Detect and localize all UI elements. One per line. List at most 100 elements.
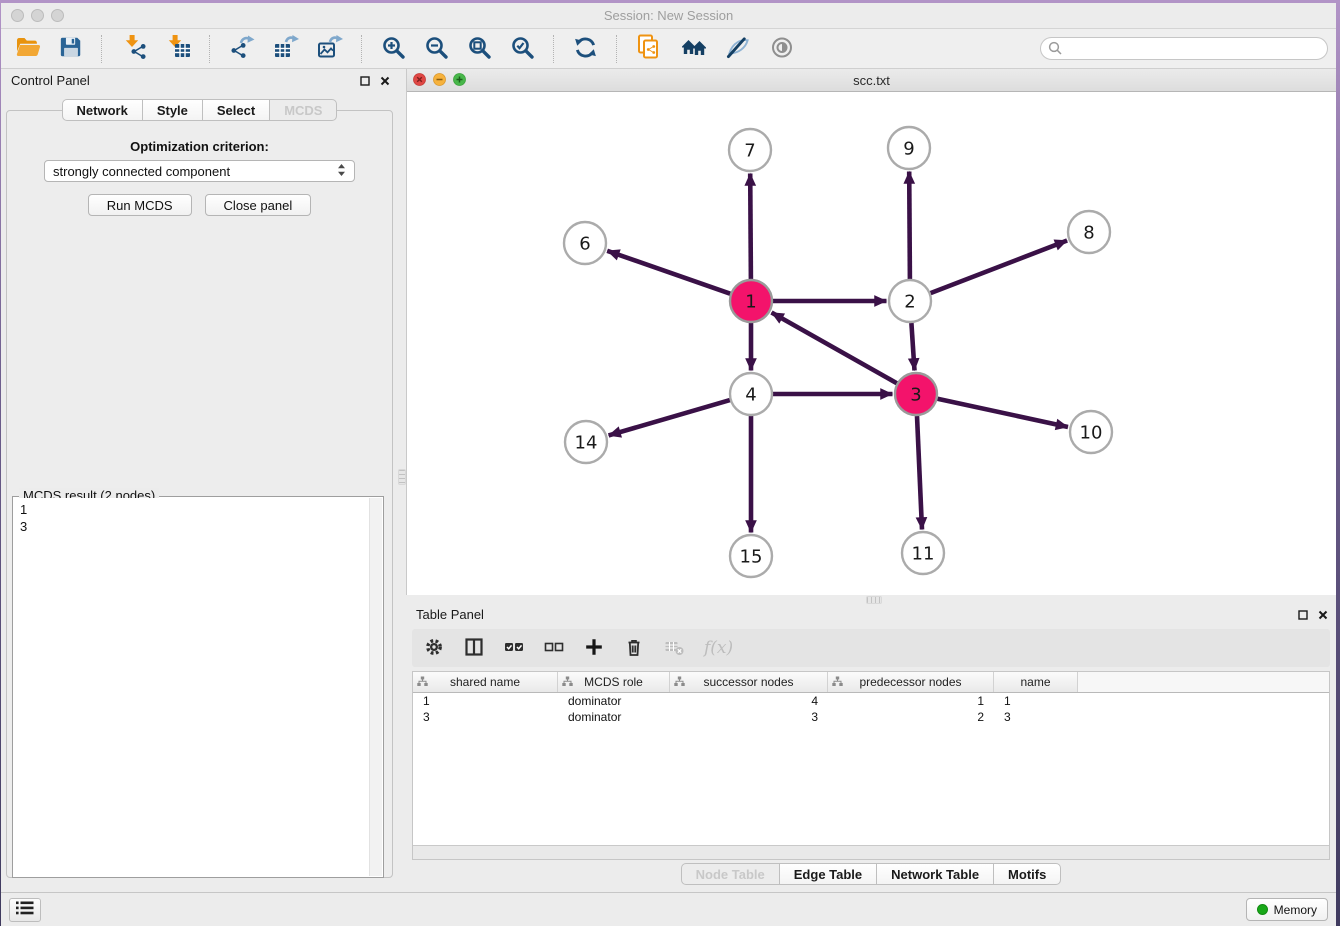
edge-1-7[interactable] bbox=[750, 174, 751, 280]
vertical-splitter[interactable] bbox=[398, 69, 406, 892]
table-tab-node-table[interactable]: Node Table bbox=[681, 863, 780, 885]
node-label: 4 bbox=[745, 385, 756, 406]
delete-table-button[interactable] bbox=[664, 637, 684, 660]
import-table-button[interactable] bbox=[163, 32, 193, 65]
zoom-in-button[interactable] bbox=[379, 33, 408, 65]
table-cell-shared-name[interactable]: 1 bbox=[413, 693, 558, 709]
table-cell-predecessor-nodes[interactable]: 1 bbox=[828, 693, 994, 709]
delete-columns-button[interactable] bbox=[624, 637, 644, 660]
zoom-out-button[interactable] bbox=[422, 33, 451, 65]
table-cell-mcds-role[interactable]: dominator bbox=[558, 693, 670, 709]
edge-3-11[interactable] bbox=[917, 416, 922, 530]
column-visibility-button[interactable] bbox=[464, 637, 484, 660]
edge-3-10[interactable] bbox=[938, 399, 1069, 427]
select-all-rows-button[interactable] bbox=[504, 637, 524, 660]
close-panel-action-button[interactable]: Close panel bbox=[205, 194, 312, 216]
column-header-shared-name[interactable]: shared name bbox=[413, 672, 558, 692]
minimize-window-button[interactable] bbox=[31, 9, 44, 22]
tab-network[interactable]: Network bbox=[62, 99, 143, 121]
edge-3-1[interactable] bbox=[772, 313, 897, 384]
network-close-button[interactable] bbox=[413, 73, 426, 91]
table-tab-network-table[interactable]: Network Table bbox=[876, 863, 994, 885]
node-1[interactable]: 1 bbox=[730, 280, 772, 322]
table-cell-mcds-role[interactable]: dominator bbox=[558, 709, 670, 725]
apply-style-button[interactable] bbox=[724, 33, 753, 65]
unselect-all-rows-button[interactable] bbox=[544, 637, 564, 660]
column-header-successor-nodes[interactable]: successor nodes bbox=[670, 672, 828, 692]
criterion-select[interactable]: strongly connected component bbox=[44, 160, 355, 182]
table-tab-motifs[interactable]: Motifs bbox=[993, 863, 1061, 885]
network-view[interactable]: 7 9 6 8 1 2 4 3 14 10 15 11 bbox=[407, 92, 1336, 595]
tab-select[interactable]: Select bbox=[202, 99, 270, 121]
node-11[interactable]: 11 bbox=[902, 532, 944, 574]
table-cell-name[interactable]: 1 bbox=[994, 693, 1078, 709]
close-window-button[interactable] bbox=[11, 9, 24, 22]
splitter-grip[interactable] bbox=[398, 469, 406, 485]
table-settings-button[interactable] bbox=[424, 637, 444, 660]
table-cell-predecessor-nodes[interactable]: 2 bbox=[828, 709, 994, 725]
node-10[interactable]: 10 bbox=[1070, 411, 1112, 453]
zoom-fit-button[interactable] bbox=[465, 33, 494, 65]
column-header-predecessor-nodes[interactable]: predecessor nodes bbox=[828, 672, 994, 692]
close-table-panel-button[interactable] bbox=[1318, 608, 1328, 623]
edge-2-9[interactable] bbox=[909, 172, 910, 280]
network-minimize-button[interactable] bbox=[433, 73, 446, 91]
refresh-button[interactable] bbox=[571, 33, 600, 65]
float-panel-button[interactable] bbox=[360, 74, 370, 89]
float-table-panel-button[interactable] bbox=[1298, 608, 1308, 623]
mcds-result-list[interactable]: 13 bbox=[14, 498, 369, 876]
memory-label: Memory bbox=[1274, 903, 1317, 917]
show-hide-button[interactable] bbox=[767, 33, 797, 65]
edge-2-8[interactable] bbox=[931, 241, 1068, 294]
mcds-result-group: MCDS result (2 nodes) 13 bbox=[12, 496, 384, 878]
node-8[interactable]: 8 bbox=[1068, 211, 1110, 253]
add-column-button[interactable] bbox=[584, 637, 604, 660]
export-table-button[interactable] bbox=[271, 32, 301, 65]
table-cell-successor-nodes[interactable]: 4 bbox=[670, 693, 828, 709]
edge-4-14[interactable] bbox=[609, 400, 730, 435]
close-panel-button[interactable] bbox=[380, 74, 390, 89]
table-row[interactable]: 3dominator323 bbox=[413, 709, 1329, 725]
table-cell-successor-nodes[interactable]: 3 bbox=[670, 709, 828, 725]
node-label: 6 bbox=[579, 234, 590, 255]
first-neighbors-button[interactable] bbox=[678, 33, 710, 64]
table-tab-edge-table[interactable]: Edge Table bbox=[779, 863, 877, 885]
node-7[interactable]: 7 bbox=[729, 129, 771, 171]
node-15[interactable]: 15 bbox=[730, 535, 772, 577]
task-history-button[interactable] bbox=[9, 898, 41, 922]
save-session-button[interactable] bbox=[57, 33, 85, 64]
node-3[interactable]: 3 bbox=[895, 373, 937, 415]
tab-style[interactable]: Style bbox=[142, 99, 203, 121]
table-cell-shared-name[interactable]: 3 bbox=[413, 709, 558, 725]
import-network-button[interactable] bbox=[119, 32, 149, 65]
network-window: scc.txt 7968124314101511 bbox=[406, 69, 1336, 595]
node-4[interactable]: 4 bbox=[730, 373, 772, 415]
node-14[interactable]: 14 bbox=[565, 421, 607, 463]
zoom-selected-button[interactable] bbox=[508, 33, 537, 65]
network-maximize-button[interactable] bbox=[453, 73, 466, 91]
result-scrollbar[interactable] bbox=[369, 498, 382, 876]
copy-network-button[interactable] bbox=[634, 32, 664, 65]
node-9[interactable]: 9 bbox=[888, 127, 930, 169]
table-scrollbar-strip[interactable] bbox=[413, 845, 1329, 859]
edge-1-6[interactable] bbox=[607, 251, 730, 294]
memory-button[interactable]: Memory bbox=[1246, 898, 1328, 921]
tab-mcds[interactable]: MCDS bbox=[269, 99, 337, 121]
table-cell-name[interactable]: 3 bbox=[994, 709, 1078, 725]
table-row[interactable]: 1dominator411 bbox=[413, 693, 1329, 709]
zoom-window-button[interactable] bbox=[51, 9, 64, 22]
export-network-button[interactable] bbox=[227, 32, 257, 65]
node-2[interactable]: 2 bbox=[889, 280, 931, 322]
edge-2-3[interactable] bbox=[911, 323, 914, 371]
column-header-name[interactable]: name bbox=[994, 672, 1078, 692]
column-header-filler bbox=[1078, 672, 1329, 692]
horizontal-splitter[interactable] bbox=[406, 595, 1336, 603]
run-mcds-button[interactable]: Run MCDS bbox=[88, 194, 192, 216]
node-6[interactable]: 6 bbox=[564, 222, 606, 264]
open-session-button[interactable] bbox=[13, 32, 43, 65]
copy-network-icon bbox=[636, 34, 662, 63]
apply-function-button[interactable]: f(x) bbox=[704, 638, 733, 658]
search-input[interactable] bbox=[1040, 37, 1328, 60]
column-header-mcds-role[interactable]: MCDS role bbox=[558, 672, 670, 692]
export-image-button[interactable] bbox=[315, 32, 345, 65]
